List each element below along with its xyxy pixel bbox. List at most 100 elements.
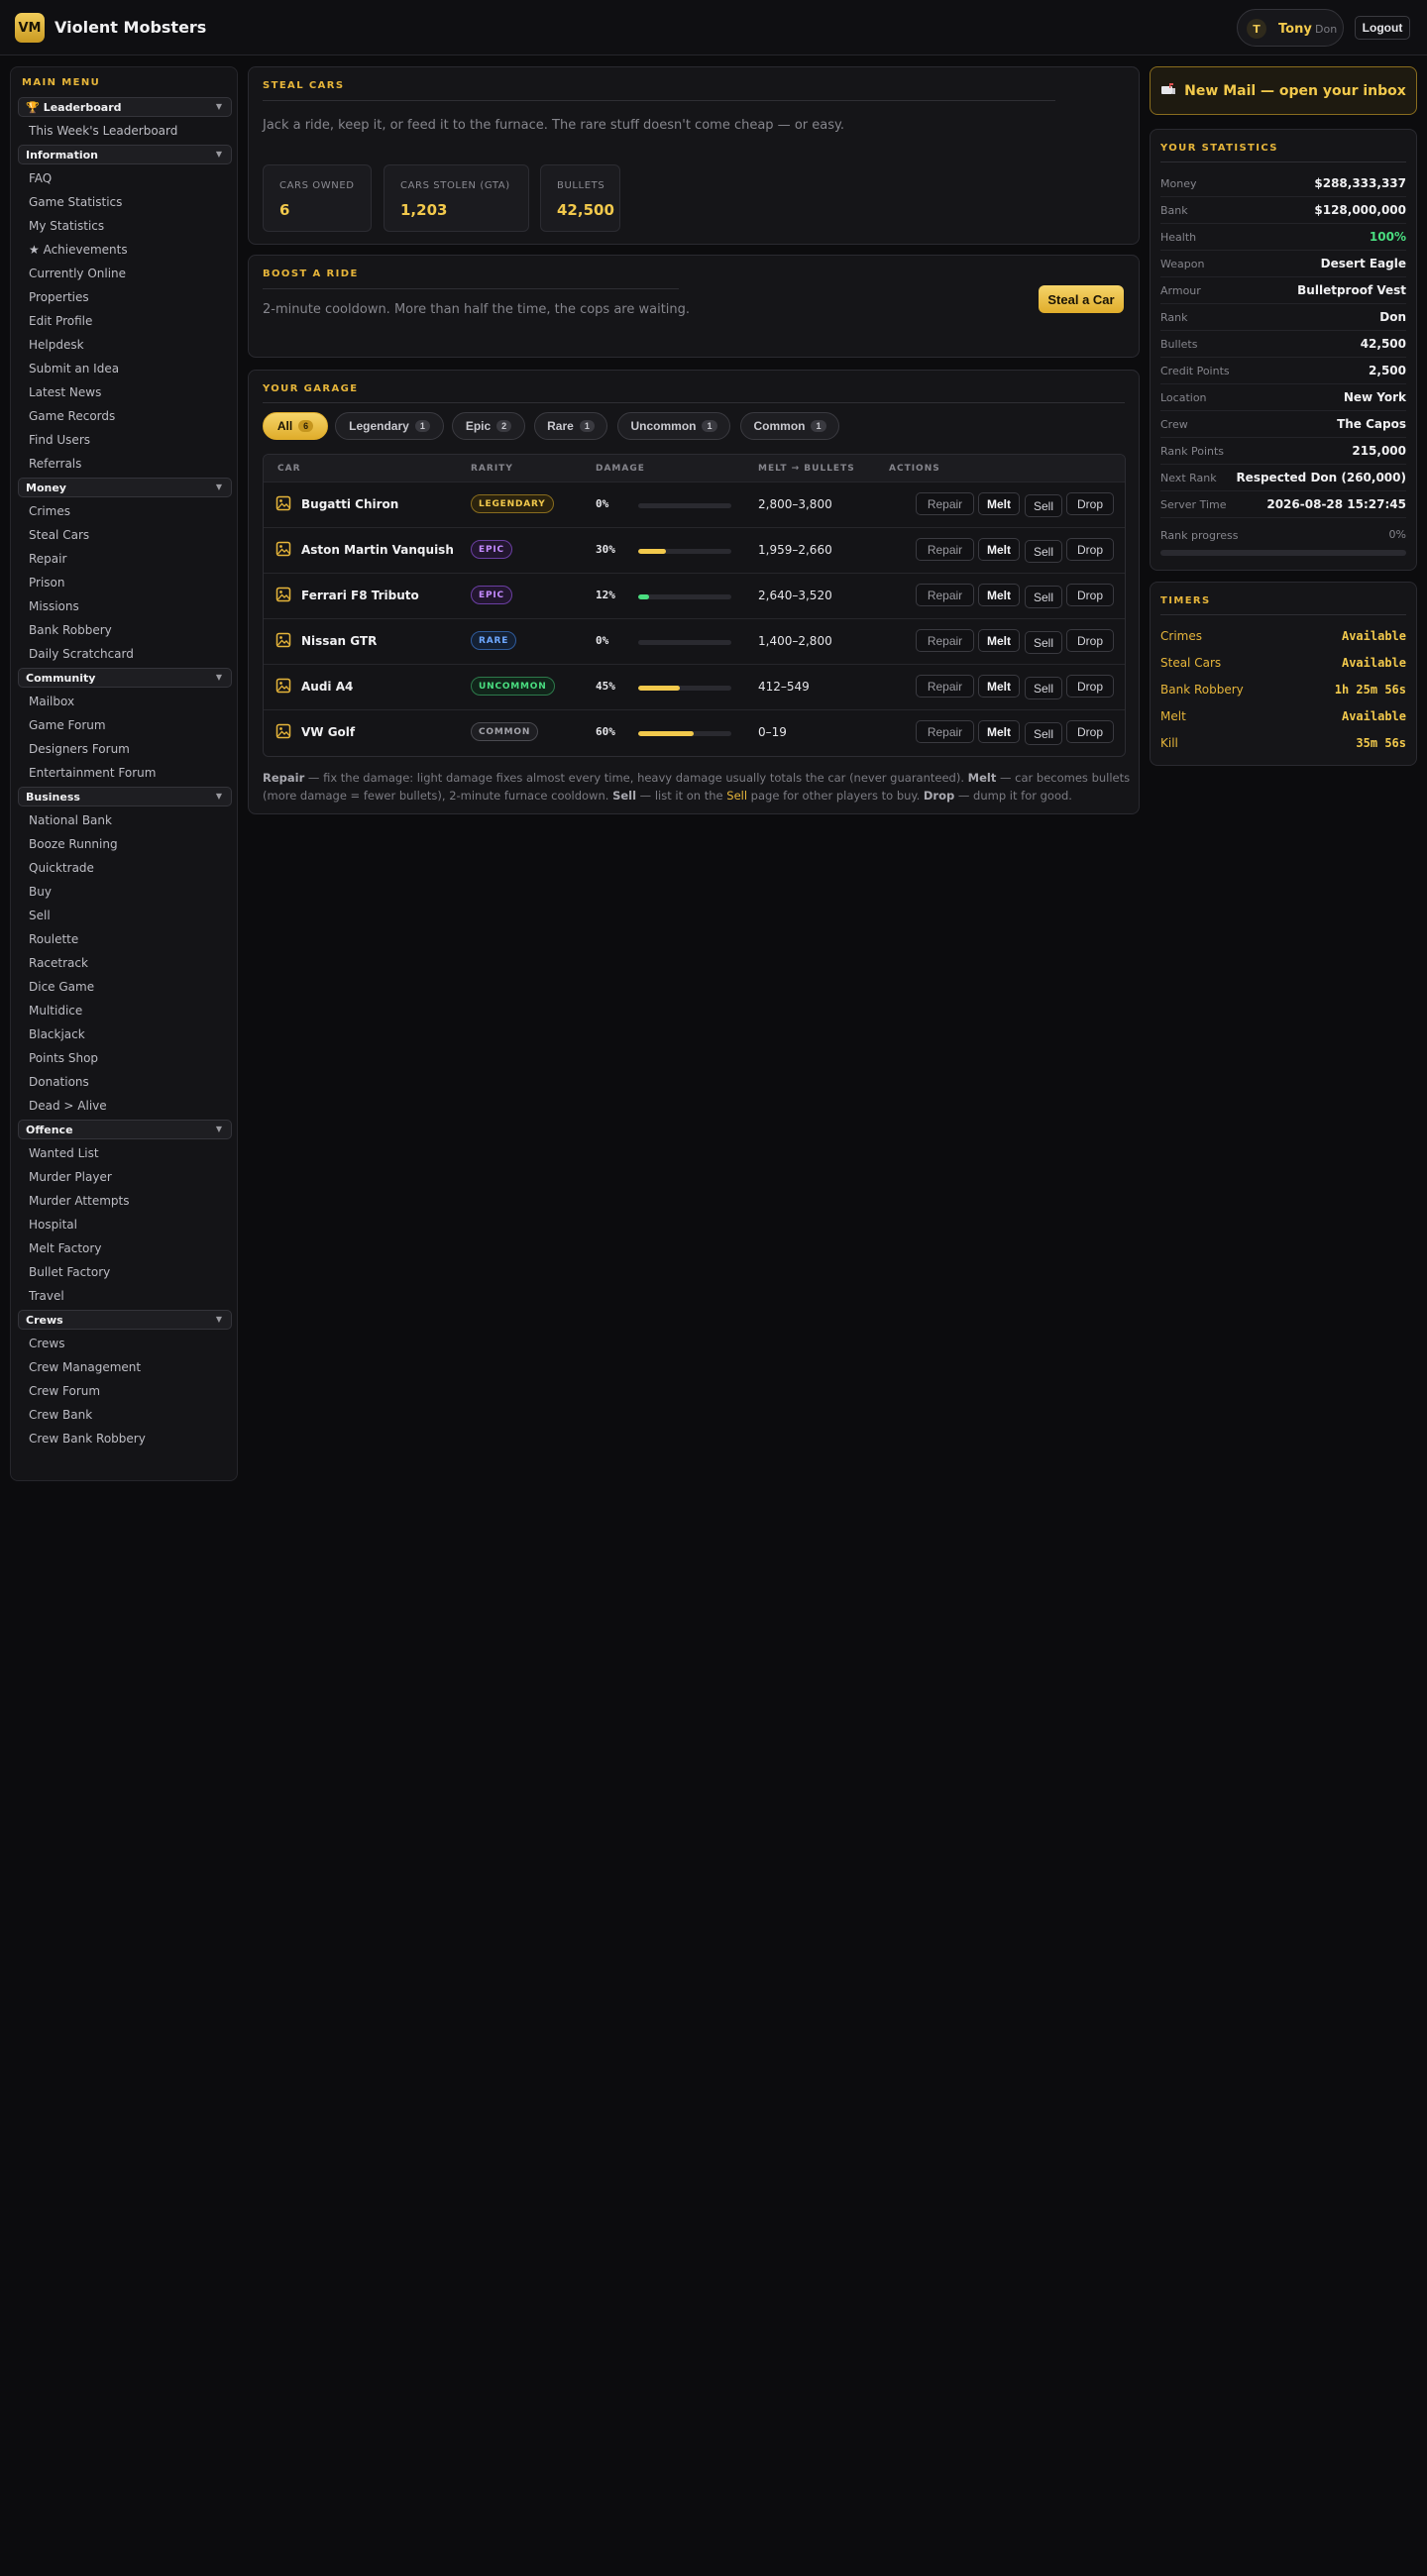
repair-button[interactable]: Repair: [916, 720, 974, 743]
sidebar-item[interactable]: Bullet Factory: [18, 1260, 232, 1284]
sell-button[interactable]: Sell: [1025, 540, 1062, 563]
sidebar-item[interactable]: Latest News: [18, 380, 232, 404]
sell-button[interactable]: Sell: [1025, 586, 1062, 608]
sidebar-item[interactable]: FAQ: [18, 166, 232, 190]
sidebar-item[interactable]: Dice Game: [18, 975, 232, 999]
filter-all[interactable]: All 6: [263, 412, 328, 440]
sidebar-item[interactable]: Hospital: [18, 1213, 232, 1236]
sidebar-item[interactable]: Dead > Alive: [18, 1094, 232, 1118]
melt-button[interactable]: Melt: [978, 492, 1020, 515]
brand-title[interactable]: Violent Mobsters: [55, 18, 206, 37]
sidebar-item[interactable]: Crew Forum: [18, 1379, 232, 1403]
sidebar-item[interactable]: Currently Online: [18, 262, 232, 285]
sidebar-item[interactable]: Prison: [18, 571, 232, 594]
melt-button[interactable]: Melt: [978, 629, 1020, 652]
sidebar-section-leaderboard[interactable]: 🏆 Leaderboard ▼: [18, 97, 232, 117]
sidebar-item[interactable]: Mailbox: [18, 690, 232, 713]
sidebar-item[interactable]: Crews: [18, 1332, 232, 1355]
drop-button[interactable]: Drop: [1066, 584, 1114, 606]
repair-button[interactable]: Repair: [916, 492, 974, 515]
drop-button[interactable]: Drop: [1066, 720, 1114, 743]
filter-legendary[interactable]: Legendary 1: [335, 412, 444, 440]
sidebar-item[interactable]: My Statistics: [18, 214, 232, 238]
sell-page-link[interactable]: Sell: [726, 789, 747, 803]
sidebar-item[interactable]: Blackjack: [18, 1022, 232, 1046]
melt-button[interactable]: Melt: [978, 584, 1020, 606]
filter-common[interactable]: Common 1: [740, 412, 839, 440]
drop-button[interactable]: Drop: [1066, 538, 1114, 561]
sidebar-item[interactable]: Crew Bank: [18, 1403, 232, 1427]
sidebar-item[interactable]: Melt Factory: [18, 1236, 232, 1260]
sidebar-item[interactable]: Designers Forum: [18, 737, 232, 761]
sidebar-item[interactable]: Repair: [18, 547, 232, 571]
timer-label[interactable]: Crimes: [1160, 629, 1202, 643]
sidebar-item[interactable]: Game Statistics: [18, 190, 232, 214]
repair-button[interactable]: Repair: [916, 629, 974, 652]
timer-label[interactable]: Kill: [1160, 736, 1178, 750]
sidebar-item[interactable]: Properties: [18, 285, 232, 309]
sell-button[interactable]: Sell: [1025, 631, 1062, 654]
sidebar-item[interactable]: Missions: [18, 594, 232, 618]
sidebar-item[interactable]: Bank Robbery: [18, 618, 232, 642]
timer-label[interactable]: Bank Robbery: [1160, 683, 1244, 697]
sidebar-item[interactable]: Helpdesk: [18, 333, 232, 357]
sidebar-item[interactable]: Crew Management: [18, 1355, 232, 1379]
sidebar-item[interactable]: National Bank: [18, 808, 232, 832]
new-mail-button[interactable]: New Mail — open your inbox: [1150, 66, 1417, 115]
sidebar-item[interactable]: Murder Player: [18, 1165, 232, 1189]
sidebar-item[interactable]: Steal Cars: [18, 523, 232, 547]
drop-button[interactable]: Drop: [1066, 675, 1114, 698]
sidebar-item[interactable]: Multidice: [18, 999, 232, 1022]
melt-button[interactable]: Melt: [978, 675, 1020, 698]
sidebar-item[interactable]: Buy: [18, 880, 232, 904]
sidebar-section-information[interactable]: Information ▼: [18, 145, 232, 164]
steal-car-button[interactable]: Steal a Car: [1039, 285, 1124, 313]
sidebar-item[interactable]: Booze Running: [18, 832, 232, 856]
user-chip[interactable]: T Tony Don: [1237, 9, 1344, 47]
repair-button[interactable]: Repair: [916, 675, 974, 698]
sidebar-item[interactable]: ★ Achievements: [18, 238, 232, 262]
timer-label[interactable]: Steal Cars: [1160, 656, 1221, 670]
sell-button[interactable]: Sell: [1025, 494, 1062, 517]
stat-row: Health 100%: [1160, 224, 1406, 251]
repair-button[interactable]: Repair: [916, 538, 974, 561]
sidebar-section-community[interactable]: Community ▼: [18, 668, 232, 688]
filter-rare[interactable]: Rare 1: [534, 412, 607, 440]
sidebar-item[interactable]: Game Records: [18, 404, 232, 428]
filter-epic[interactable]: Epic 2: [452, 412, 525, 440]
sidebar-item[interactable]: Game Forum: [18, 713, 232, 737]
sidebar-item[interactable]: Entertainment Forum: [18, 761, 232, 785]
timer-label[interactable]: Melt: [1160, 709, 1186, 723]
sidebar-section-crews[interactable]: Crews ▼: [18, 1310, 232, 1330]
sidebar-item[interactable]: Submit an Idea: [18, 357, 232, 380]
drop-button[interactable]: Drop: [1066, 629, 1114, 652]
sell-button[interactable]: Sell: [1025, 722, 1062, 745]
sidebar-item[interactable]: This Week's Leaderboard: [18, 119, 232, 143]
sidebar-item[interactable]: Racetrack: [18, 951, 232, 975]
sidebar-item[interactable]: Referrals: [18, 452, 232, 476]
sidebar-item[interactable]: Crimes: [18, 499, 232, 523]
sidebar-section-business[interactable]: Business ▼: [18, 787, 232, 806]
sidebar-item[interactable]: Murder Attempts: [18, 1189, 232, 1213]
sidebar-item[interactable]: Quicktrade: [18, 856, 232, 880]
repair-button[interactable]: Repair: [916, 584, 974, 606]
sidebar-item[interactable]: Donations: [18, 1070, 232, 1094]
sidebar-item[interactable]: Points Shop: [18, 1046, 232, 1070]
drop-button[interactable]: Drop: [1066, 492, 1114, 515]
sidebar-item[interactable]: Daily Scratchcard: [18, 642, 232, 666]
sidebar-section-money[interactable]: Money ▼: [18, 478, 232, 497]
sidebar-item[interactable]: Travel: [18, 1284, 232, 1308]
logout-button[interactable]: Logout: [1355, 16, 1410, 40]
sidebar-item[interactable]: Wanted List: [18, 1141, 232, 1165]
sidebar-item[interactable]: Crew Bank Robbery: [18, 1427, 232, 1450]
sidebar-item[interactable]: Roulette: [18, 927, 232, 951]
melt-button[interactable]: Melt: [978, 720, 1020, 743]
sidebar-item[interactable]: Edit Profile: [18, 309, 232, 333]
sell-button[interactable]: Sell: [1025, 677, 1062, 699]
sidebar-section-offence[interactable]: Offence ▼: [18, 1120, 232, 1139]
sidebar-item[interactable]: Sell: [18, 904, 232, 927]
filter-uncommon[interactable]: Uncommon 1: [617, 412, 730, 440]
melt-button[interactable]: Melt: [978, 538, 1020, 561]
sidebar-item[interactable]: Find Users: [18, 428, 232, 452]
logo-badge[interactable]: VM: [15, 13, 45, 43]
